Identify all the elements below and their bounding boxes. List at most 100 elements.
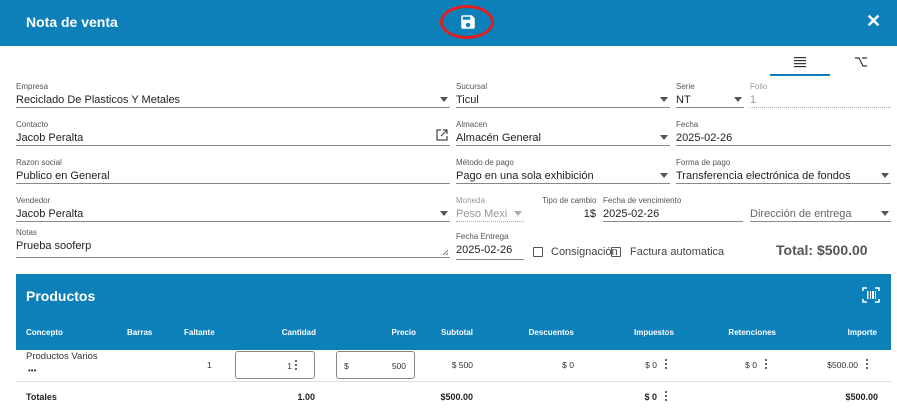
vendedor-value: Jacob Peralta xyxy=(16,208,84,220)
folio-label: Folio xyxy=(750,82,768,91)
moneda-label: Moneda xyxy=(456,196,485,205)
sucursal-value: Ticul xyxy=(456,94,479,106)
list-icon xyxy=(794,57,806,68)
row-importe: $500.00 xyxy=(827,360,858,370)
totals-cantidad: 1.00 xyxy=(297,392,315,402)
almacen-label: Almacen xyxy=(456,120,488,129)
fecha-field[interactable]: Fecha 2025-02-26 xyxy=(676,120,891,146)
almacen-field[interactable]: Almacen Almacén General xyxy=(456,120,670,146)
razon-social-label: Razon social xyxy=(16,158,62,167)
totals-importe: $500.00 xyxy=(845,392,878,402)
razon-social-value: Publico en General xyxy=(16,170,110,182)
more-icon[interactable]: ••• xyxy=(28,366,36,375)
chevron-down-icon xyxy=(734,97,742,102)
notas-value: Prueba sooferp xyxy=(16,240,92,252)
close-icon[interactable]: ✕ xyxy=(866,11,881,32)
quantity-input[interactable]: 1 xyxy=(235,351,315,379)
consignacion-label: Consignación xyxy=(551,246,618,258)
forma-pago-value: Transferencia electrónica de fondos xyxy=(676,170,851,182)
fecha-vencimiento-value: 2025-02-26 xyxy=(603,208,660,220)
chevron-down-icon xyxy=(440,97,448,102)
col-faltante: Faltante xyxy=(184,328,215,337)
sucursal-field[interactable]: Sucursal Ticul xyxy=(456,82,670,108)
notas-field[interactable]: Notas Prueba sooferp xyxy=(16,228,450,258)
price-input[interactable]: $ 500 xyxy=(336,351,415,379)
col-barras: Barras xyxy=(127,328,153,337)
row-faltante: 1 xyxy=(207,360,212,370)
tab-option[interactable] xyxy=(831,52,891,76)
highlight-annotation xyxy=(440,5,494,39)
row-impuestos: $ 0 xyxy=(645,360,657,370)
direccion-entrega-field[interactable]: Dirección de entrega xyxy=(750,196,891,222)
fecha-vencimiento-field[interactable]: Fecha de vencimiento 2025-02-26 xyxy=(603,196,743,222)
totals-impuestos-menu-icon[interactable] xyxy=(665,391,668,403)
empresa-value: Reciclado De Plasticos Y Metales xyxy=(16,94,181,106)
chevron-down-icon xyxy=(514,211,522,216)
option-icon xyxy=(855,57,867,67)
contacto-label: Contacto xyxy=(16,120,49,129)
factura-automatica-label: Factura automatica xyxy=(630,246,725,258)
totals-subtotal: $500.00 xyxy=(440,392,473,402)
chevron-down-icon xyxy=(440,211,448,216)
col-cantidad: Cantidad xyxy=(281,328,316,337)
contacto-field[interactable]: Contacto Jacob Peralta xyxy=(16,120,450,146)
col-descuentos: Descuentos xyxy=(528,328,574,337)
metodo-pago-label: Método de pago xyxy=(456,158,514,167)
tipo-cambio-field[interactable]: Tipo de cambio 1$ xyxy=(530,196,598,222)
impuestos-menu-icon[interactable] xyxy=(665,359,668,371)
retenciones-menu-icon[interactable] xyxy=(765,359,768,371)
fecha-entrega-field[interactable]: Fecha Entrega 2025-02-26 xyxy=(456,232,524,260)
col-impuestos: Impuestos xyxy=(633,328,674,337)
serie-field[interactable]: Serie NT xyxy=(676,82,744,108)
window-title: Nota de venta xyxy=(26,14,118,30)
almacen-value: Almacén General xyxy=(456,132,541,144)
fecha-entrega-label: Fecha Entrega xyxy=(456,232,509,241)
metodo-pago-field[interactable]: Método de pago Pago en una sola exhibici… xyxy=(456,158,670,184)
tipo-cambio-label: Tipo de cambio xyxy=(542,196,597,205)
products-header: Productos Concepto Barras Faltante Canti… xyxy=(16,274,891,350)
tab-list[interactable] xyxy=(770,52,830,76)
quantity-value: 1 xyxy=(287,361,292,371)
col-subtotal: Subtotal xyxy=(441,328,473,337)
price-value: 500 xyxy=(391,361,406,371)
serie-label: Serie xyxy=(676,82,695,91)
col-precio: Precio xyxy=(391,328,416,337)
row-divider xyxy=(16,381,891,382)
consignacion-checkbox[interactable] xyxy=(533,247,543,257)
row-retenciones: $ 0 xyxy=(745,360,757,370)
title-bar: Nota de venta ✕ xyxy=(0,0,897,46)
metodo-pago-value: Pago en una sola exhibición xyxy=(456,170,594,182)
empresa-label: Empresa xyxy=(16,82,49,91)
row-descuentos: $ 0 xyxy=(562,360,574,370)
razon-social-field[interactable]: Razon social Publico en General xyxy=(16,158,450,184)
notas-label: Notas xyxy=(16,228,37,237)
serie-value: NT xyxy=(676,94,691,106)
direccion-entrega-placeholder: Dirección de entrega xyxy=(750,208,852,220)
resize-handle-icon[interactable] xyxy=(442,249,449,256)
importe-menu-icon[interactable] xyxy=(866,359,869,371)
quantity-menu-icon[interactable] xyxy=(295,360,298,372)
totals-label: Totales xyxy=(26,392,57,402)
barcode-scan-icon[interactable] xyxy=(862,287,880,303)
tipo-cambio-value: 1$ xyxy=(583,208,596,220)
moneda-value: Peso Mexi xyxy=(456,208,508,220)
factura-automatica-checkbox[interactable] xyxy=(611,247,621,257)
vendedor-field[interactable]: Vendedor Jacob Peralta xyxy=(16,196,450,222)
products-title: Productos xyxy=(26,288,96,304)
fecha-entrega-value: 2025-02-26 xyxy=(456,244,513,256)
open-external-icon[interactable] xyxy=(436,129,448,141)
sucursal-label: Sucursal xyxy=(456,82,488,91)
col-retenciones: Retenciones xyxy=(728,328,776,337)
forma-pago-field[interactable]: Forma de pago Transferencia electrónica … xyxy=(676,158,891,184)
empresa-field[interactable]: Empresa Reciclado De Plasticos Y Metales xyxy=(16,82,450,108)
chevron-down-icon xyxy=(881,211,889,216)
contacto-value: Jacob Peralta xyxy=(16,132,84,144)
row-concepto: Productos Varios xyxy=(26,351,98,362)
col-concepto: Concepto xyxy=(26,328,63,337)
fecha-vencimiento-label: Fecha de vencimiento xyxy=(603,196,682,205)
col-importe: Importe xyxy=(847,328,877,337)
row-subtotal: $ 500 xyxy=(451,360,473,370)
totals-impuestos: $ 0 xyxy=(644,392,657,402)
chevron-down-icon xyxy=(660,135,668,140)
fecha-value: 2025-02-26 xyxy=(676,132,733,144)
